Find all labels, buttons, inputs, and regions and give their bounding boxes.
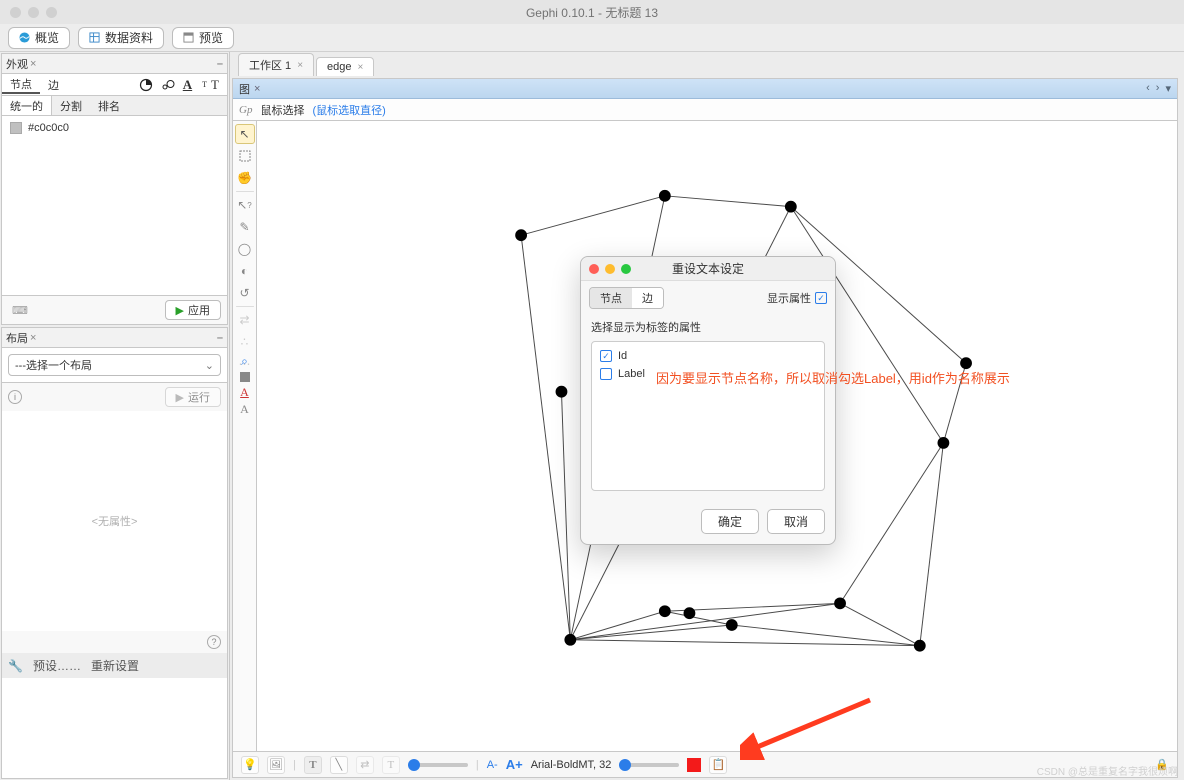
drag-tool-icon[interactable]: ✊ — [235, 168, 255, 188]
graph-tab-title[interactable]: 图 — [239, 81, 250, 97]
subtab-unique[interactable]: 统一的 — [2, 96, 52, 115]
text-settings-icon[interactable]: 📋 — [709, 756, 727, 774]
attr-id-row[interactable]: Id — [600, 350, 816, 362]
brush-tool-icon[interactable]: ✎ — [235, 217, 255, 237]
rect-select-tool-icon[interactable] — [235, 146, 255, 166]
layout-panel: 布局× – ---选择一个布局⌄ i ▶运行 <无属性> ? 🔧 预设…… 重新设… — [1, 327, 228, 779]
size-icon[interactable] — [159, 78, 177, 92]
label-color-swatch[interactable] — [687, 758, 701, 772]
color-icon[interactable] — [137, 78, 155, 92]
dialog-title: 重设文本设定 — [581, 260, 835, 277]
bucket-tool-icon[interactable]: ◐ — [235, 261, 255, 281]
close-icon[interactable]: × — [358, 62, 364, 73]
apply-button[interactable]: ▶应用 — [165, 300, 221, 320]
close-icon[interactable]: × — [30, 332, 36, 344]
titlebar: Gephi 0.10.1 - 无标题 13 — [0, 0, 1184, 24]
attr-list: Id Label — [591, 341, 825, 491]
workspace-tab-1[interactable]: 工作区 1× — [238, 53, 314, 76]
annotation-arrow-icon — [740, 690, 880, 760]
close-icon[interactable]: × — [30, 58, 36, 70]
snapshot-icon[interactable]: 🖼 — [267, 756, 285, 774]
cancel-button[interactable]: 取消 — [767, 509, 825, 534]
dialog-tab-edges[interactable]: 边 — [632, 288, 663, 308]
pointer-tool-icon[interactable]: ↖ — [235, 124, 255, 144]
label-color-icon[interactable]: A — [181, 77, 194, 93]
left-sidebar: 外观×– 节点 边 A TT 统一的 分割 排名 #c0c0c0 ⌨ ▶应用 布… — [0, 52, 230, 780]
edge-slider[interactable] — [408, 763, 468, 767]
subtab-partition[interactable]: 分割 — [52, 96, 90, 115]
tab-edges[interactable]: 边 — [40, 77, 67, 93]
chevron-down-icon: ⌄ — [205, 359, 214, 372]
run-button[interactable]: ▶运行 — [165, 387, 221, 407]
lightbulb-icon[interactable]: 💡 — [241, 756, 259, 774]
reset-label[interactable]: 重新设置 — [91, 657, 139, 674]
color-row[interactable]: #c0c0c0 — [2, 116, 227, 140]
layout-title: 布局 — [6, 330, 28, 346]
graph-toolbar: ↖ ✊ ↖? ✎ ◯ ◐ ↺ ⇄ ∴ ⋯ ⌕ A A — [233, 121, 257, 751]
appearance-panel: 外观× – 节点 边 A TT 统一的 分割 排名 #c0c0c0 ⌨ ▶应用 — [1, 53, 228, 325]
preset-row: 🔧 预设…… 重新设置 — [2, 653, 227, 678]
window-title: Gephi 0.10.1 - 无标题 13 — [0, 4, 1184, 21]
id-checkbox[interactable] — [600, 350, 612, 362]
info-icon[interactable]: i — [8, 390, 22, 404]
help-icon[interactable]: ? — [207, 635, 221, 649]
color-value: #c0c0c0 — [28, 122, 69, 134]
size-tool-icon[interactable]: ◯ — [235, 239, 255, 259]
close-icon[interactable]: × — [254, 83, 260, 95]
appearance-title: 外观 — [6, 56, 28, 72]
watermark: CSDN @总是重复名字我很烦啊 — [1037, 763, 1178, 778]
workspace-tabs: 工作区 1× edge× — [230, 52, 1184, 76]
label-size-icon[interactable]: TT — [198, 77, 223, 93]
dialog-tab-nodes[interactable]: 节点 — [590, 288, 632, 308]
nav-right-icon[interactable]: › — [1156, 82, 1160, 95]
more-tool-icon[interactable]: ⋯ — [235, 354, 255, 374]
mouse-label: 鼠标选择 — [260, 102, 304, 118]
close-icon[interactable]: × — [297, 60, 303, 71]
tab-nodes[interactable]: 节点 — [2, 76, 40, 94]
t-outline-icon[interactable]: T — [382, 756, 400, 774]
nav-left-icon[interactable]: ‹ — [1146, 82, 1150, 95]
minimize-icon[interactable]: – — [217, 58, 223, 70]
main-toolbar: 概览 数据资料 预览 — [0, 24, 1184, 52]
edge-toggle-icon[interactable]: ╲ — [330, 756, 348, 774]
minimize-icon[interactable]: – — [217, 332, 223, 344]
nav-down-icon[interactable]: ▾ — [1165, 82, 1171, 95]
text-a-icon[interactable]: A — [235, 402, 255, 417]
font-label[interactable]: Arial-BoldMT, 32 — [531, 759, 612, 771]
layout-select[interactable]: ---选择一个布局⌄ — [8, 354, 221, 376]
annotation-text: 因为要显示节点名称，所以取消勾选Label，用id作为名称展示 — [656, 368, 1010, 387]
ok-button[interactable]: 确定 — [701, 509, 759, 534]
label-slider[interactable] — [619, 763, 679, 767]
mouse-hint[interactable]: (鼠标选取直径) — [312, 102, 385, 118]
text-settings-dialog: 重设文本设定 节点 边 显示属性 选择显示为标签的属性 Id Label 确定 … — [580, 256, 836, 545]
edge-tool-icon[interactable]: ↺ — [235, 283, 255, 303]
subtab-ranking[interactable]: 排名 — [90, 96, 128, 115]
a-plus[interactable]: A+ — [506, 757, 523, 772]
a-minus[interactable]: A- — [487, 759, 498, 771]
edge-weight-icon[interactable]: ⇄ — [356, 756, 374, 774]
label-checkbox[interactable] — [600, 368, 612, 380]
workspace-tab-edge[interactable]: edge× — [316, 57, 374, 76]
show-attr-checkbox[interactable] — [815, 292, 827, 304]
color-swatch — [10, 122, 22, 134]
paint-tool-icon[interactable]: ↖? — [235, 195, 255, 215]
heat-tool-icon[interactable]: ∴ — [235, 332, 255, 352]
screenshot-icon[interactable]: A — [235, 385, 255, 400]
overview-button[interactable]: 概览 — [8, 27, 70, 49]
keyboard-icon[interactable]: ⌨ — [12, 304, 28, 317]
wrench-icon[interactable]: 🔧 — [8, 659, 23, 673]
select-attr-label: 选择显示为标签的属性 — [591, 319, 825, 335]
graph-bottombar: 💡 🖼 | T ╲ ⇄ T | A- A+ Arial-BoldMT, 32 📋… — [233, 751, 1177, 777]
gephi-logo-icon: Gp — [239, 104, 252, 116]
preset-label[interactable]: 预设…… — [33, 657, 81, 674]
preview-button[interactable]: 预览 — [172, 27, 234, 49]
show-attr-label: 显示属性 — [767, 290, 811, 306]
show-labels-icon[interactable]: T — [304, 756, 322, 774]
datalab-button[interactable]: 数据资料 — [78, 27, 164, 49]
no-attr-label: <无属性> — [2, 411, 227, 631]
shortest-path-icon[interactable]: ⇄ — [235, 310, 255, 330]
